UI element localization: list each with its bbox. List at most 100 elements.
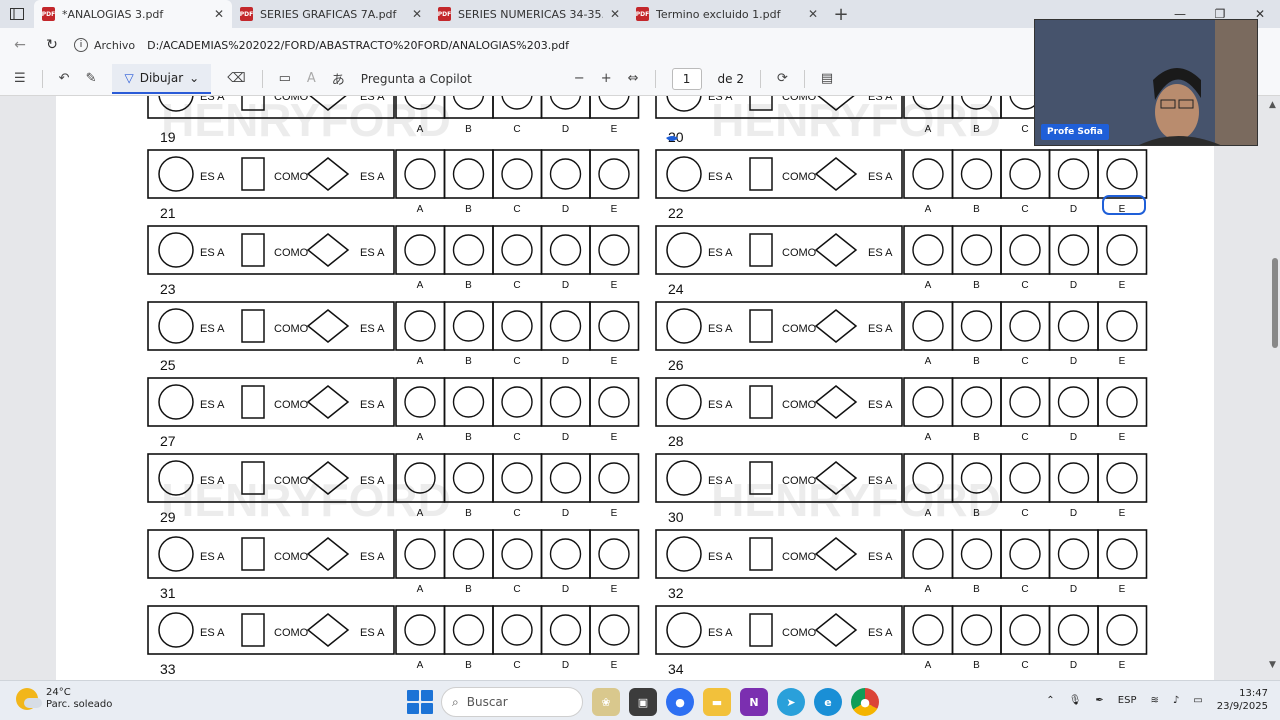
close-tab-icon[interactable]: ✕ xyxy=(412,7,422,21)
option-letter: C xyxy=(1021,204,1028,215)
scroll-down-icon[interactable]: ▼ xyxy=(1269,660,1276,670)
option-box xyxy=(395,225,446,275)
option-box xyxy=(1000,529,1051,579)
es-a-label: ES A xyxy=(200,399,225,411)
page-view-icon[interactable]: ▤ xyxy=(821,71,833,86)
tab-series-graficas[interactable]: PDF SERIES GRAFICAS 7A.pdf ✕ xyxy=(232,0,430,28)
draw-button[interactable]: ▽ Dibujar ⌄ xyxy=(112,63,212,94)
option-shape xyxy=(404,310,436,342)
problem-number: 28 xyxy=(668,433,684,449)
option-letter: D xyxy=(1070,660,1077,671)
chrome-icon[interactable]: ● xyxy=(851,688,879,716)
option-letter: C xyxy=(513,660,520,671)
fit-page-icon[interactable]: ⇔ xyxy=(628,71,639,86)
es-a-label: ES A xyxy=(708,171,733,183)
option-shape xyxy=(501,614,533,646)
como-label: COMO xyxy=(782,399,817,411)
info-icon[interactable]: i xyxy=(74,38,88,52)
option-letter: A xyxy=(417,660,424,671)
es-a-label: ES A xyxy=(360,551,385,563)
page-number-input[interactable]: 1 xyxy=(671,67,702,90)
option-box xyxy=(395,529,446,579)
tab-actions-icon[interactable] xyxy=(0,0,34,28)
figure-shape xyxy=(241,309,265,343)
option-shape xyxy=(452,538,485,570)
copilot-button[interactable]: Pregunta a Copilot xyxy=(361,72,472,86)
back-icon[interactable]: ← xyxy=(10,37,30,53)
option-box xyxy=(1000,225,1051,275)
language-indicator[interactable]: ESP xyxy=(1118,695,1137,706)
option-shape xyxy=(960,614,993,646)
divider xyxy=(759,69,761,88)
chevron-up-icon[interactable]: ⌃ xyxy=(1046,695,1054,706)
scrollbar[interactable]: ▲ ▼ xyxy=(1269,100,1278,680)
option-letter: B xyxy=(465,432,472,443)
close-tab-icon[interactable]: ✕ xyxy=(808,7,818,21)
option-shape xyxy=(404,234,436,266)
volume-icon[interactable]: ♪ xyxy=(1173,695,1179,706)
file-explorer-icon[interactable]: ▬ xyxy=(703,688,731,716)
option-letter: D xyxy=(562,204,569,215)
option-box xyxy=(1097,377,1148,427)
pdf-page[interactable]: HENRYFORD HENRYFORD HENRYFORD HENRYFORD ES A… xyxy=(56,96,1214,680)
close-tab-icon[interactable]: ✕ xyxy=(610,7,620,21)
new-tab-button[interactable]: + xyxy=(826,0,856,28)
option-box xyxy=(589,149,640,199)
es-a-label: ES A xyxy=(200,171,225,183)
weather-widget[interactable]: 24°C Parc. soleado xyxy=(16,687,112,711)
option-letter: B xyxy=(973,660,980,671)
start-button[interactable] xyxy=(406,689,433,715)
clock[interactable]: 13:47 23/9/2025 xyxy=(1217,687,1268,713)
option-letter: B xyxy=(973,584,980,595)
close-tab-icon[interactable]: ✕ xyxy=(214,7,224,21)
option-box xyxy=(589,96,640,119)
option-letter: B xyxy=(465,584,472,595)
tab-termino-excluido[interactable]: PDF Termino excluido 1.pdf ✕ xyxy=(628,0,826,28)
option-letter: B xyxy=(465,280,472,291)
figure-shape xyxy=(749,613,773,647)
onenote-icon[interactable]: N xyxy=(740,688,768,716)
text-format-icon[interactable]: A xyxy=(307,71,316,86)
tab-series-numericas[interactable]: PDF SERIES NUMERICAS 34-35.pdf ✕ xyxy=(430,0,628,28)
microphone-icon[interactable]: 🎙 xyxy=(1069,695,1082,706)
text-box-icon[interactable]: ▭ xyxy=(279,71,291,86)
taskbar-search[interactable]: ⌕ Buscar xyxy=(441,687,583,717)
contents-icon[interactable]: ☰ xyxy=(14,71,26,86)
figure-shape xyxy=(814,233,858,267)
translate-icon[interactable]: あ xyxy=(332,69,345,88)
battery-icon[interactable]: ▭ xyxy=(1193,695,1202,706)
es-a-label: ES A xyxy=(708,247,733,259)
option-box xyxy=(1097,605,1148,655)
option-shape xyxy=(501,386,533,418)
pdf-viewer[interactable]: HENRYFORD HENRYFORD HENRYFORD HENRYFORD ES A… xyxy=(0,96,1280,680)
widget-app-icon[interactable]: ❀ xyxy=(592,688,620,716)
option-letter: A xyxy=(925,432,932,443)
highlight-icon[interactable]: ✎ xyxy=(86,71,97,86)
scrollbar-thumb[interactable] xyxy=(1272,258,1278,348)
question-box xyxy=(147,605,395,655)
zoom-out-icon[interactable]: − xyxy=(574,71,585,86)
url-field[interactable]: D:/ACADEMIAS%202022/FORD/ABASTRACTO%20FO… xyxy=(147,39,569,52)
task-view-icon[interactable]: ▣ xyxy=(629,688,657,716)
option-shape xyxy=(549,158,582,190)
rotate-icon[interactable]: ⟳ xyxy=(777,71,788,86)
zoom-app-icon[interactable]: ● xyxy=(666,688,694,716)
scroll-up-icon[interactable]: ▲ xyxy=(1269,100,1276,110)
option-shape xyxy=(549,462,582,494)
option-letter: D xyxy=(562,432,569,443)
undo-icon[interactable]: ↶ xyxy=(59,71,70,86)
figure-shape xyxy=(158,612,194,648)
tab-title: SERIES GRAFICAS 7A.pdf xyxy=(260,7,397,21)
wifi-icon[interactable]: ≋ xyxy=(1150,695,1158,706)
refresh-icon[interactable]: ↻ xyxy=(42,37,62,53)
figure-shape xyxy=(666,536,702,572)
tab-analogias[interactable]: PDF *ANALOGIAS 3.pdf ✕ xyxy=(34,0,232,28)
pen-menu-icon[interactable]: ✒ xyxy=(1095,695,1103,706)
divider xyxy=(654,69,656,88)
problem-number: 23 xyxy=(160,281,176,297)
option-letter: E xyxy=(611,356,618,367)
zoom-in-icon[interactable]: + xyxy=(601,71,612,86)
eraser-icon[interactable]: ⌫ xyxy=(227,71,245,86)
edge-icon[interactable]: e xyxy=(814,688,842,716)
telegram-icon[interactable]: ➤ xyxy=(777,688,805,716)
